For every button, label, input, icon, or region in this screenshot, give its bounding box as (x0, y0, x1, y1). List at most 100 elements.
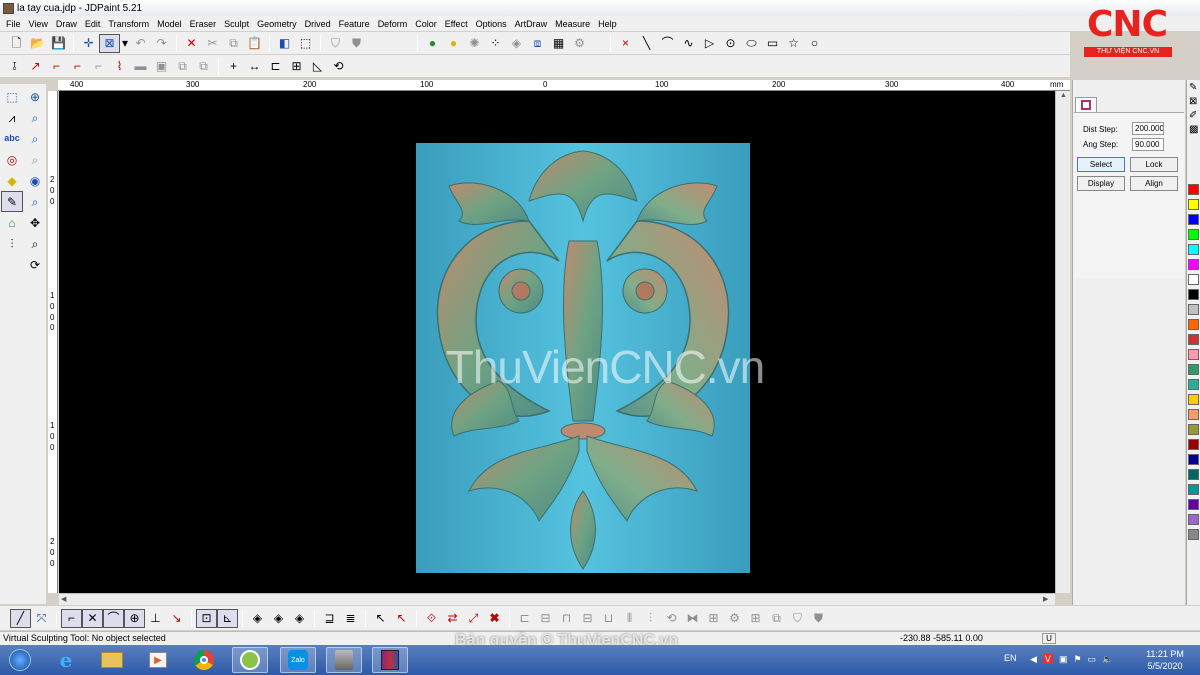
zoom-out-icon[interactable]: ⌕ (24, 128, 46, 149)
join-icon[interactable]: ▬ (130, 57, 151, 76)
rectangle-icon[interactable]: ▭ (762, 34, 783, 53)
brush-tool-icon[interactable]: ✎ (1, 191, 23, 212)
menu-edit[interactable]: Edit (81, 19, 105, 29)
color-cube-icon[interactable]: ◧ (274, 34, 295, 53)
taskbar-zalo[interactable]: Zalo (280, 647, 316, 673)
color-swatch[interactable] (1188, 229, 1199, 240)
snap-center-icon[interactable]: ⊕ (124, 608, 145, 628)
brush-icon[interactable]: ✐ (1189, 110, 1197, 121)
star-icon[interactable]: ☆ (783, 34, 804, 53)
ungroup-icon[interactable]: ⧉ (193, 57, 214, 76)
taskbar-app-green[interactable] (232, 647, 268, 673)
delete-icon[interactable]: ✕ (181, 34, 202, 53)
spline-icon[interactable]: ∿ (678, 34, 699, 53)
menu-deform[interactable]: Deform (374, 19, 412, 29)
color-swatch[interactable] (1188, 484, 1199, 495)
color-swatch[interactable] (1188, 454, 1199, 465)
break-icon[interactable]: ⌇ (109, 57, 130, 76)
color-swatch[interactable] (1188, 409, 1199, 420)
menu-drived[interactable]: Drived (301, 19, 335, 29)
menu-file[interactable]: File (2, 19, 25, 29)
vertical-scrollbar[interactable]: ▲ (1055, 91, 1070, 593)
scroll-up-icon[interactable]: ▲ (1060, 92, 1067, 99)
measure-tool-icon[interactable]: ⫶ (1, 233, 23, 254)
menu-options[interactable]: Options (472, 19, 511, 29)
scale-icon[interactable]: ⤢ (463, 609, 484, 628)
sculpt-ring-icon[interactable]: ◎ (1, 149, 23, 170)
tray-network-icon[interactable]: ▣ (1059, 654, 1068, 665)
layer-up-icon[interactable]: ⊒ (319, 609, 340, 628)
zoom-window-icon[interactable]: ⊕ (24, 86, 46, 107)
circle-icon[interactable]: ○ (804, 34, 825, 53)
menu-geometry[interactable]: Geometry (253, 19, 301, 29)
select-button[interactable]: Select (1077, 157, 1125, 172)
open-folder-icon[interactable]: 📂 (27, 34, 48, 53)
crosshair-icon[interactable]: ✛ (78, 34, 99, 53)
panel-tab[interactable] (1075, 97, 1097, 113)
color-swatch[interactable] (1188, 244, 1199, 255)
align-bottom-icon[interactable]: ⊔ (598, 609, 619, 628)
new-file-icon[interactable]: 🗋 (6, 34, 27, 53)
color-swatch[interactable] (1188, 364, 1199, 375)
color-swatch[interactable] (1188, 304, 1199, 315)
select-box-icon[interactable]: ⊠ (99, 33, 120, 53)
swap-icon[interactable]: ⇄ (442, 609, 463, 628)
horizontal-scrollbar[interactable]: ◀ ▶ (59, 593, 1055, 605)
menu-draw[interactable]: Draw (52, 19, 81, 29)
color-swatch[interactable] (1188, 394, 1199, 405)
menu-sculpt[interactable]: Sculpt (220, 19, 253, 29)
view-eye-icon[interactable]: ◉ (24, 170, 46, 191)
cut-icon[interactable]: ✂ (202, 34, 223, 53)
copy-icon[interactable]: ⧉ (223, 34, 244, 53)
colors-icon[interactable]: ⁘ (485, 34, 506, 53)
snap-perpendicular-icon[interactable]: ⊥ (145, 609, 166, 628)
layers-icon[interactable]: ⧈ (527, 34, 548, 53)
align-button[interactable]: Align (1130, 176, 1178, 191)
array-icon[interactable]: ⊞ (286, 57, 307, 76)
extend-icon[interactable]: ↗ (25, 57, 46, 76)
render-icon[interactable]: ◈ (506, 34, 527, 53)
grid-obj-icon[interactable]: ⊞ (745, 609, 766, 628)
point-icon[interactable]: × (615, 34, 636, 53)
taskbar-chrome[interactable] (186, 647, 222, 673)
dist-step-field[interactable]: 200.000 (1132, 122, 1164, 135)
distribute-h-icon[interactable]: ⫴ (619, 609, 640, 628)
transform-icon[interactable]: ⟐ (421, 609, 442, 628)
mirror-icon[interactable]: ◺ (307, 57, 328, 76)
layer-stack-icon[interactable]: ≣ (340, 609, 361, 628)
align-center-icon[interactable]: ⊟ (535, 609, 556, 628)
save-icon[interactable]: 💾 (48, 34, 69, 53)
color-swatch[interactable] (1188, 424, 1199, 435)
taskbar-explorer[interactable] (94, 647, 130, 673)
menu-color[interactable]: Color (411, 19, 441, 29)
light-icon[interactable]: ✺ (464, 34, 485, 53)
color-swatch[interactable] (1188, 439, 1199, 450)
snap-arc-icon[interactable]: ⌒ (103, 608, 124, 628)
text-tool-icon[interactable]: abc (1, 128, 23, 149)
arc-icon[interactable]: ⌒ (657, 34, 678, 53)
color-swatch[interactable] (1188, 349, 1199, 360)
lock-button[interactable]: Lock (1130, 157, 1178, 172)
color-swatch[interactable] (1188, 499, 1199, 510)
redo-icon[interactable]: ↷ (151, 34, 172, 53)
snap-line-icon[interactable]: ╱ (10, 608, 31, 628)
display-button[interactable]: Display (1077, 176, 1125, 191)
snap-angle-icon[interactable]: ⊾ (217, 608, 238, 628)
deselect-arrow-icon[interactable]: ↖ (391, 609, 412, 628)
view-cube-icon[interactable]: ⬚ (295, 34, 316, 53)
circle-center-icon[interactable]: ⊙ (720, 34, 741, 53)
offset-icon[interactable]: ⊏ (265, 57, 286, 76)
taskbar-winrar[interactable] (372, 647, 408, 673)
menu-eraser[interactable]: Eraser (186, 19, 221, 29)
zoom-all-icon[interactable]: ⌕ (24, 191, 46, 212)
array-obj-icon[interactable]: ⊞ (703, 609, 724, 628)
scroll-left-icon[interactable]: ◀ (61, 595, 66, 603)
grid-icon[interactable]: ▦ (548, 34, 569, 53)
taskbar-ie[interactable]: e (48, 647, 84, 673)
no-color-icon[interactable]: ⊠ (1189, 96, 1197, 107)
color-swatch[interactable] (1188, 469, 1199, 480)
color-swatch[interactable] (1188, 259, 1199, 270)
align-mid-icon[interactable]: ⊟ (577, 609, 598, 628)
menu-help[interactable]: Help (594, 19, 621, 29)
paint-bucket-icon[interactable]: ◆ (1, 170, 23, 191)
